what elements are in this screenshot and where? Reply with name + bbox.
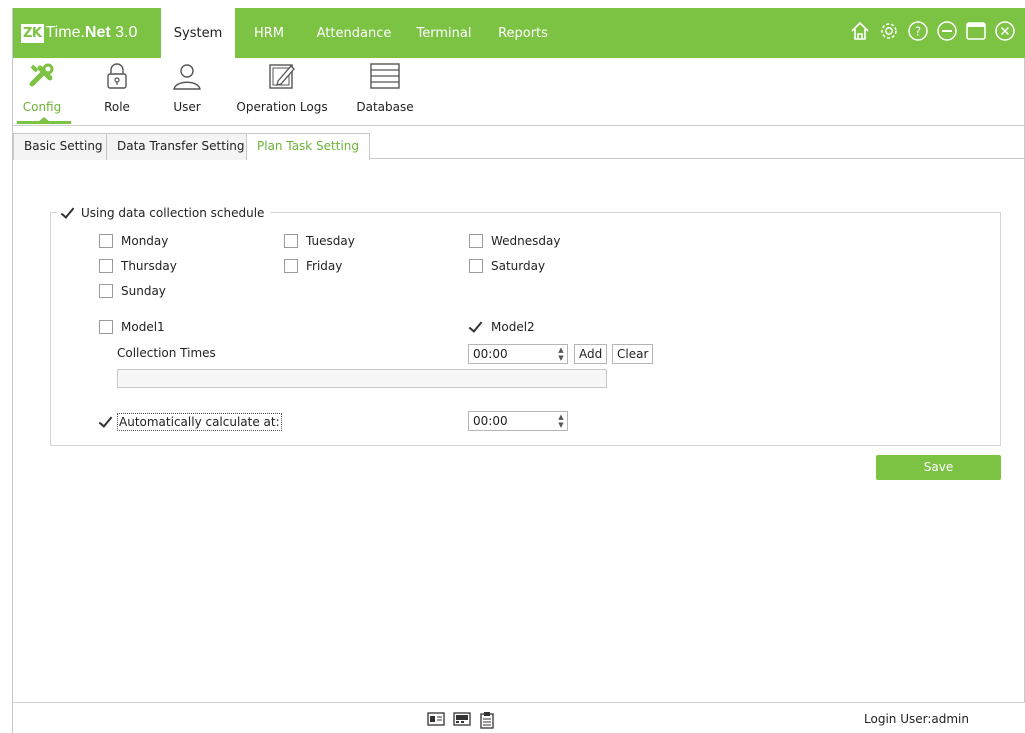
status-bar: Login User:admin xyxy=(13,702,1025,733)
app-window: ZK Time.Net 3.0 System HRM Attendance Te… xyxy=(12,8,1025,733)
auto-calculate-label: Automatically calculate at: xyxy=(117,413,282,431)
collection-time-value: 00:00 xyxy=(473,347,508,361)
wednesday-checkbox[interactable] xyxy=(469,234,483,248)
title-bar: ZK Time.Net 3.0 System HRM Attendance Te… xyxy=(13,8,1025,58)
monday-checkbox[interactable] xyxy=(99,234,113,248)
toolbar: Config Role User Operation Logs Database xyxy=(13,58,1025,126)
toolbar-user-label: User xyxy=(173,100,201,114)
auto-calculate-time-value: 00:00 xyxy=(473,414,508,428)
thursday-checkbox[interactable] xyxy=(99,259,113,273)
edit-log-icon xyxy=(235,62,329,90)
spin-down-icon[interactable]: ▼ xyxy=(558,354,563,362)
spin-up-icon[interactable]: ▲ xyxy=(558,413,563,421)
friday-label: Friday xyxy=(306,259,343,273)
wednesday-label: Wednesday xyxy=(491,234,561,248)
toolbar-config[interactable]: Config xyxy=(15,58,71,124)
toolbar-operation-logs-label: Operation Logs xyxy=(236,100,328,114)
id-card-icon[interactable] xyxy=(427,711,445,732)
toolbar-database-label: Database xyxy=(356,100,414,114)
sunday-checkbox[interactable] xyxy=(99,284,113,298)
auto-time-spinner-arrows[interactable]: ▲ ▼ xyxy=(555,412,567,430)
time-spinner-arrows[interactable]: ▲ ▼ xyxy=(555,345,567,363)
model1-option[interactable]: Model1 xyxy=(99,318,165,336)
collection-times-label: Collection Times xyxy=(117,346,216,360)
toolbar-operation-logs[interactable]: Operation Logs xyxy=(235,58,329,124)
status-icons xyxy=(427,711,495,732)
minimize-icon[interactable] xyxy=(936,20,958,42)
model1-label: Model1 xyxy=(121,320,165,334)
add-time-button[interactable]: Add xyxy=(574,344,608,364)
toolbar-database[interactable]: Database xyxy=(355,58,415,124)
auto-calculate-time-input[interactable]: 00:00 ▲ ▼ xyxy=(468,411,568,431)
tab-plan-task-setting[interactable]: Plan Task Setting xyxy=(246,133,371,160)
saturday-checkbox[interactable] xyxy=(469,259,483,273)
day-monday[interactable]: Monday xyxy=(99,232,168,250)
svg-text:?: ? xyxy=(915,25,921,39)
tuesday-checkbox[interactable] xyxy=(284,234,298,248)
toolbar-user[interactable]: User xyxy=(165,58,209,124)
save-button[interactable]: Save xyxy=(876,455,1001,480)
collection-time-input[interactable]: 00:00 ▲ ▼ xyxy=(468,344,568,364)
model2-option[interactable]: Model2 xyxy=(469,318,535,336)
clipboard-icon[interactable] xyxy=(479,711,495,732)
use-schedule-label: Using data collection schedule xyxy=(81,206,265,220)
database-icon xyxy=(355,62,415,90)
friday-checkbox[interactable] xyxy=(284,259,298,273)
logo-text: Time.Net 3.0 xyxy=(45,24,138,41)
login-user-text: Login User:admin xyxy=(864,712,969,726)
close-icon[interactable] xyxy=(994,20,1016,42)
auto-calculate-option[interactable]: Automatically calculate at: xyxy=(99,413,282,431)
spin-down-icon[interactable]: ▼ xyxy=(558,421,563,429)
device-icon[interactable] xyxy=(453,711,471,732)
settings-tabs: Basic Setting Data Transfer Setting Plan… xyxy=(13,133,1025,160)
home-icon[interactable] xyxy=(849,20,871,42)
app-logo: ZK Time.Net 3.0 xyxy=(21,22,137,44)
auto-calculate-checkbox[interactable] xyxy=(99,415,113,429)
clear-times-button[interactable]: Clear xyxy=(612,344,654,364)
saturday-label: Saturday xyxy=(491,259,546,273)
model1-checkbox[interactable] xyxy=(99,320,113,334)
user-icon xyxy=(165,62,209,90)
toolbar-role[interactable]: Role xyxy=(95,58,139,124)
use-schedule-check[interactable] xyxy=(61,206,75,220)
day-thursday[interactable]: Thursday xyxy=(99,257,177,275)
use-schedule-checkbox[interactable]: Using data collection schedule xyxy=(57,204,271,222)
menu-tab-reports[interactable]: Reports xyxy=(491,8,555,58)
settings-icon[interactable] xyxy=(878,20,900,42)
day-sunday[interactable]: Sunday xyxy=(99,282,166,300)
window-controls: ? xyxy=(849,20,1016,42)
tools-icon xyxy=(15,62,69,90)
menu-tab-system[interactable]: System xyxy=(161,8,235,58)
maximize-icon[interactable] xyxy=(965,20,987,42)
menu-tab-hrm[interactable]: HRM xyxy=(249,8,289,58)
model2-label: Model2 xyxy=(491,320,535,334)
help-icon[interactable]: ? xyxy=(907,20,929,42)
logo-mark: ZK xyxy=(21,23,44,43)
thursday-label: Thursday xyxy=(121,259,177,273)
tuesday-label: Tuesday xyxy=(306,234,355,248)
day-wednesday[interactable]: Wednesday xyxy=(469,232,560,250)
menu-tab-terminal[interactable]: Terminal xyxy=(411,8,477,58)
tab-data-transfer-setting[interactable]: Data Transfer Setting xyxy=(106,133,256,160)
spin-up-icon[interactable]: ▲ xyxy=(558,346,563,354)
toolbar-role-label: Role xyxy=(104,100,130,114)
model2-checkbox[interactable] xyxy=(469,320,483,334)
active-underline xyxy=(17,121,71,124)
lock-icon xyxy=(95,62,139,90)
day-friday[interactable]: Friday xyxy=(284,257,342,275)
menu-tab-attendance[interactable]: Attendance xyxy=(311,8,397,58)
tab-basic-setting[interactable]: Basic Setting xyxy=(13,133,114,160)
day-tuesday[interactable]: Tuesday xyxy=(284,232,355,250)
sunday-label: Sunday xyxy=(121,284,166,298)
collection-times-list[interactable] xyxy=(117,369,607,388)
monday-label: Monday xyxy=(121,234,169,248)
day-saturday[interactable]: Saturday xyxy=(469,257,545,275)
toolbar-config-label: Config xyxy=(22,100,62,114)
